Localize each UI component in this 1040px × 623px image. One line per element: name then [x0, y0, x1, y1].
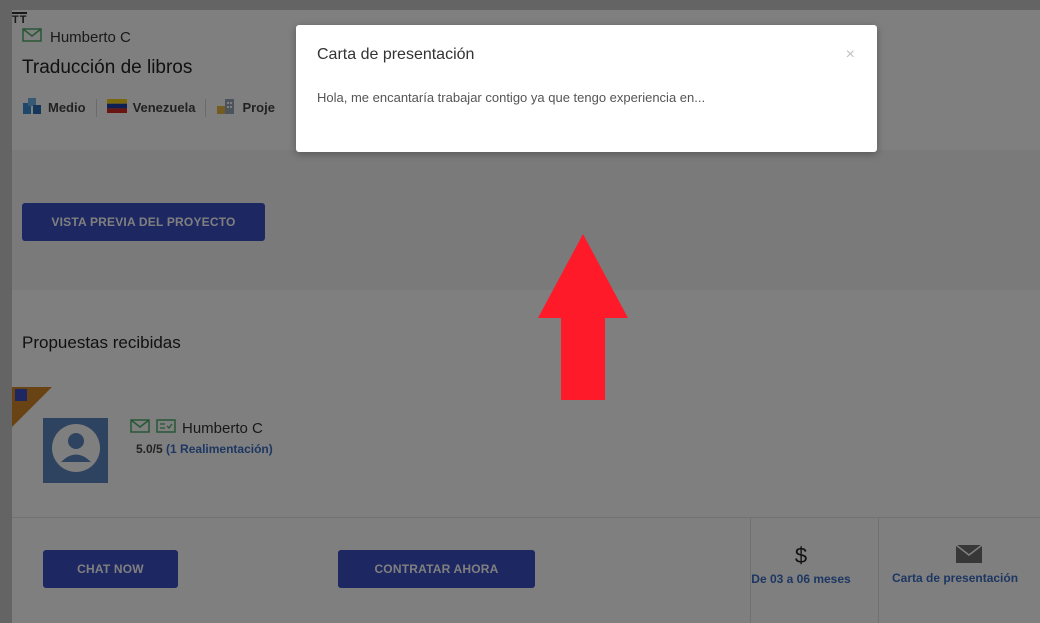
modal-body-text: Hola, me encantaría trabajar contigo ya …: [317, 90, 706, 105]
modal-title: Carta de presentación: [317, 46, 475, 63]
up-arrow-icon: [538, 234, 628, 400]
cover-letter-modal: Carta de presentación × Hola, me encanta…: [296, 25, 877, 152]
close-icon[interactable]: ×: [846, 47, 855, 63]
